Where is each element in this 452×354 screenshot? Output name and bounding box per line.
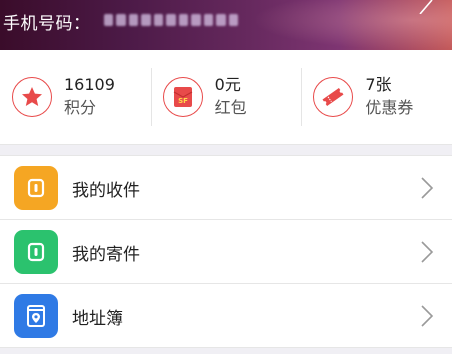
receive-package-icon (14, 166, 58, 210)
edit-icon[interactable] (416, 0, 434, 14)
menu-label-address-book: 地址簿 (72, 308, 123, 329)
phone-label: 手机号码： (3, 14, 91, 34)
star-icon (12, 77, 52, 117)
coupon-ticket-icon (313, 77, 354, 117)
sf-logo-text: SF (178, 97, 188, 105)
menu-item-address-book[interactable]: 地址簿 (0, 284, 452, 348)
coupon-stat[interactable]: 7张 优惠券 (301, 50, 452, 144)
phone-number-masked: ••••••••••• (104, 13, 238, 27)
menu-label-my-sent: 我的寄件 (72, 244, 140, 265)
sf-red-envelope-icon: SF (162, 77, 203, 117)
red-envelope-stat[interactable]: SF 0元 红包 (150, 50, 302, 144)
chevron-right-icon (421, 241, 434, 263)
red-envelope-label: 红包 (214, 98, 247, 117)
address-book-icon (14, 294, 58, 338)
profile-header: 手机号码： ••••••••••• (0, 0, 452, 50)
menu-item-my-received[interactable]: 我的收件 (0, 156, 452, 220)
points-value: 16109 (64, 75, 115, 94)
account-stats: 16109 积分 SF 0元 红包 7张 优惠券 (0, 50, 452, 144)
chevron-right-icon (421, 305, 434, 327)
menu-label-my-received: 我的收件 (72, 180, 140, 201)
chevron-right-icon (421, 177, 434, 199)
send-package-icon (14, 230, 58, 274)
points-label: 积分 (64, 98, 97, 117)
section-divider (0, 144, 452, 156)
coupon-label: 优惠券 (365, 98, 414, 117)
coupon-value: 7张 (365, 75, 392, 94)
menu-item-my-sent[interactable]: 我的寄件 (0, 220, 452, 284)
menu-list: 我的收件 我的寄件 地址簿 (0, 156, 452, 348)
bottom-divider (0, 348, 452, 354)
points-stat[interactable]: 16109 积分 (0, 50, 151, 144)
red-envelope-value: 0元 (214, 75, 241, 94)
